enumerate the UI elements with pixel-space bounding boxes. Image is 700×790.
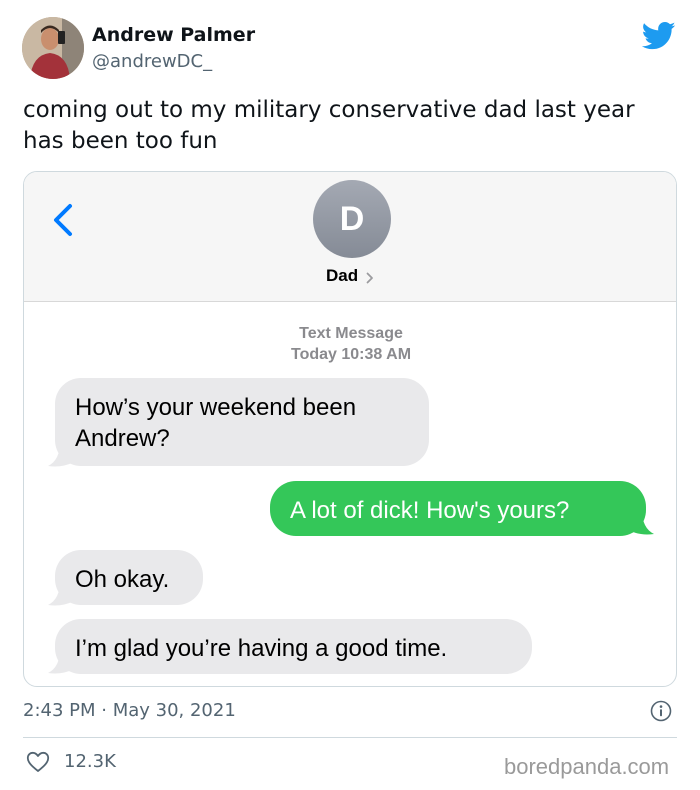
contact-name[interactable]: Dad [326,266,358,286]
message-bubble-incoming: I’m glad you’re having a good time. [55,619,532,674]
like-count: 12.3K [64,751,116,772]
message-type: Text Message [299,325,403,342]
tweet-header: Andrew Palmer @andrewDC_ [22,17,678,81]
message-bubble-outgoing: A lot of dick! How's yours? [270,481,646,536]
author-avatar[interactable] [22,17,84,79]
messages-header: D Dad [24,172,676,302]
author-photo [22,17,84,79]
chevron-left-icon[interactable] [50,202,76,238]
twitter-bird-icon[interactable] [642,21,676,51]
contact-avatar[interactable]: D [313,180,391,258]
message-meta: Text Message Today 10:38 AM [24,323,676,365]
tweet-timestamp[interactable]: 2:43 PM · May 30, 2021 [23,700,236,721]
tweet-text: coming out to my military conservative d… [23,97,635,154]
author-handle[interactable]: @andrewDC_ [92,51,212,72]
message-bubble-incoming: Oh okay. [55,550,203,605]
message-bubble-incoming: How’s your weekend been Andrew? [55,378,429,466]
divider [23,737,677,738]
chevron-right-icon[interactable] [366,272,374,284]
heart-icon[interactable] [26,751,50,773]
watermark: boredpanda.com [504,754,670,779]
author-name[interactable]: Andrew Palmer [92,24,255,46]
message-timestamp: Today 10:38 AM [290,346,412,363]
message-screenshot[interactable]: D Dad Text Message Today 10:38 AM How’s … [23,171,677,687]
info-icon[interactable] [650,700,672,722]
